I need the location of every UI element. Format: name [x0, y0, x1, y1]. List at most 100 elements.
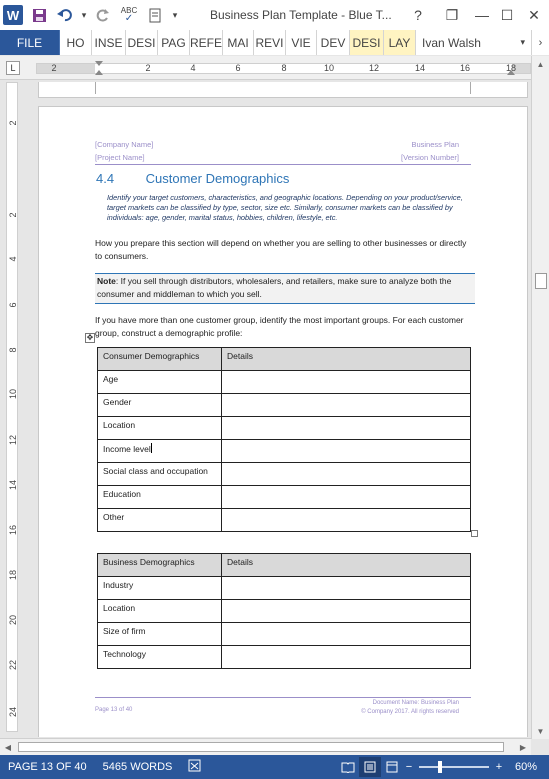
table-move-handle[interactable]: ✥: [85, 333, 95, 343]
scroll-up-button[interactable]: ▲: [532, 56, 549, 72]
tab-insert[interactable]: INSE: [92, 30, 126, 55]
zoom-in-button[interactable]: +: [493, 757, 505, 777]
tab-mailings[interactable]: MAI: [223, 30, 254, 55]
page-header-right[interactable]: Business Plan [Version Number]: [401, 138, 459, 164]
body-paragraph[interactable]: How you prepare this section will depend…: [95, 237, 475, 263]
vertical-ruler[interactable]: 2 2 4 6 8 10 12 14 16 18 20 22 24: [6, 82, 18, 732]
table-header-cell[interactable]: Details: [221, 347, 471, 371]
tab-table-design[interactable]: DESI: [350, 30, 384, 55]
ruler-number: 6: [235, 63, 241, 73]
page-count[interactable]: PAGE 13 OF 40: [0, 761, 95, 773]
scroll-down-button[interactable]: ▼: [532, 723, 549, 739]
table-cell[interactable]: Gender: [97, 393, 222, 417]
page-header-left[interactable]: [Company Name] [Project Name]: [95, 138, 153, 164]
zoom-slider[interactable]: [418, 761, 489, 773]
word-logo[interactable]: W: [0, 0, 26, 30]
table-cell[interactable]: [221, 576, 471, 600]
proofing-status[interactable]: [180, 759, 210, 775]
save-button[interactable]: [26, 0, 52, 30]
undo-button[interactable]: [52, 0, 78, 30]
tab-table-layout[interactable]: LAY: [384, 30, 416, 55]
table-cell[interactable]: Industry: [97, 576, 222, 600]
table-header-cell[interactable]: Consumer Demographics: [97, 347, 222, 371]
table-resize-handle[interactable]: [471, 530, 478, 537]
zoom-out-button[interactable]: −: [403, 757, 415, 777]
tab-file[interactable]: FILE: [0, 30, 60, 55]
zoom-level[interactable]: 60%: [505, 761, 549, 773]
crop-mark: [95, 82, 96, 94]
table-cell[interactable]: [221, 645, 471, 669]
tab-page-layout[interactable]: PAG: [158, 30, 190, 55]
print-layout-button[interactable]: [358, 757, 381, 777]
footer-page-number[interactable]: Page 13 of 40: [95, 707, 132, 713]
table-cell[interactable]: Location: [97, 599, 222, 623]
table-cell[interactable]: Age: [97, 370, 222, 394]
customize-qat-button[interactable]: ▾: [168, 0, 182, 30]
undo-dropdown[interactable]: ▾: [78, 0, 90, 30]
body-paragraph[interactable]: If you have more than one customer group…: [95, 314, 475, 339]
table-cell[interactable]: [221, 599, 471, 623]
section-heading[interactable]: 4.4 Customer Demographics: [96, 171, 289, 186]
page-footer-right[interactable]: Document Name: Business Plan © Company 2…: [361, 699, 459, 717]
table-cell[interactable]: Other: [97, 508, 222, 532]
table-cell[interactable]: [221, 370, 471, 394]
guidance-text[interactable]: Identify your target customers, characte…: [107, 193, 475, 223]
arrow-left-icon: ◀: [4, 742, 12, 752]
table-header-cell[interactable]: Business Demographics: [97, 553, 222, 577]
horizontal-ruler[interactable]: 2 2 4 6 8 10 12 14 16 18: [36, 61, 531, 75]
ribbon-tabs: FILE HO INSE DESI PAG REFE MAI REVI VIE …: [0, 30, 549, 55]
table-cell[interactable]: [221, 462, 471, 486]
table-cell[interactable]: Size of firm: [97, 622, 222, 646]
new-document-button[interactable]: [142, 0, 168, 30]
table-cell[interactable]: Social class and occupation: [97, 462, 222, 486]
note-box[interactable]: Note: If you sell through distributors, …: [95, 273, 475, 304]
document-canvas[interactable]: [Company Name] [Project Name] Business P…: [22, 82, 530, 737]
scroll-right-button[interactable]: ▶: [515, 739, 531, 755]
table-cell-active[interactable]: Income level: [97, 439, 222, 463]
ribbon-display-button[interactable]: ❐: [437, 0, 467, 30]
tab-references[interactable]: REFE: [190, 30, 223, 55]
close-button[interactable]: ✕: [519, 0, 549, 30]
scroll-left-button[interactable]: ◀: [0, 739, 16, 755]
table-cell[interactable]: Education: [97, 485, 222, 509]
ribbon-collapse-button[interactable]: ›: [531, 30, 549, 55]
spelling-button[interactable]: ABC ✓: [116, 0, 142, 30]
tab-selector[interactable]: L: [6, 61, 20, 75]
vertical-scrollbar[interactable]: ▲ ▼: [531, 56, 549, 739]
table-cell[interactable]: [221, 393, 471, 417]
table-cell[interactable]: [221, 439, 471, 463]
table-row: Gender: [97, 393, 471, 417]
business-demographics-table[interactable]: Business Demographics Details Industry L…: [97, 553, 471, 669]
ruler-number: 2: [8, 120, 18, 126]
tab-home[interactable]: HO: [60, 30, 92, 55]
table-header-cell[interactable]: Details: [221, 553, 471, 577]
horizontal-scrollbar[interactable]: ◀ ▶: [0, 738, 531, 755]
footer-divider: [95, 697, 471, 698]
tab-developer[interactable]: DEV: [317, 30, 350, 55]
tab-design[interactable]: DESI: [126, 30, 158, 55]
table-cell[interactable]: [221, 508, 471, 532]
right-indent-marker[interactable]: [507, 70, 515, 75]
table-cell[interactable]: [221, 622, 471, 646]
consumer-demographics-table[interactable]: Consumer Demographics Details Age Gender…: [97, 347, 471, 532]
first-line-indent-marker[interactable]: [95, 61, 103, 66]
maximize-button[interactable]: ☐: [492, 0, 522, 30]
ruler-number: 8: [281, 63, 287, 73]
horizontal-scroll-thumb[interactable]: [18, 742, 504, 752]
tab-view[interactable]: VIE: [286, 30, 317, 55]
word-count[interactable]: 5465 WORDS: [95, 761, 181, 773]
table-cell[interactable]: Location: [97, 416, 222, 440]
page[interactable]: [Company Name] [Project Name] Business P…: [38, 106, 528, 737]
vertical-scroll-thumb[interactable]: [535, 273, 547, 289]
table-cell[interactable]: [221, 416, 471, 440]
zoom-slider-thumb[interactable]: [437, 761, 442, 773]
table-cell[interactable]: Technology: [97, 645, 222, 669]
web-layout-button[interactable]: [381, 757, 403, 777]
left-indent-marker[interactable]: [95, 70, 103, 75]
help-button[interactable]: ?: [403, 0, 433, 30]
table-cell[interactable]: [221, 485, 471, 509]
read-mode-button[interactable]: [337, 757, 359, 777]
tab-review[interactable]: REVI: [254, 30, 286, 55]
user-account[interactable]: Ivan Walsh ▾: [416, 30, 531, 55]
redo-button[interactable]: [90, 0, 116, 30]
